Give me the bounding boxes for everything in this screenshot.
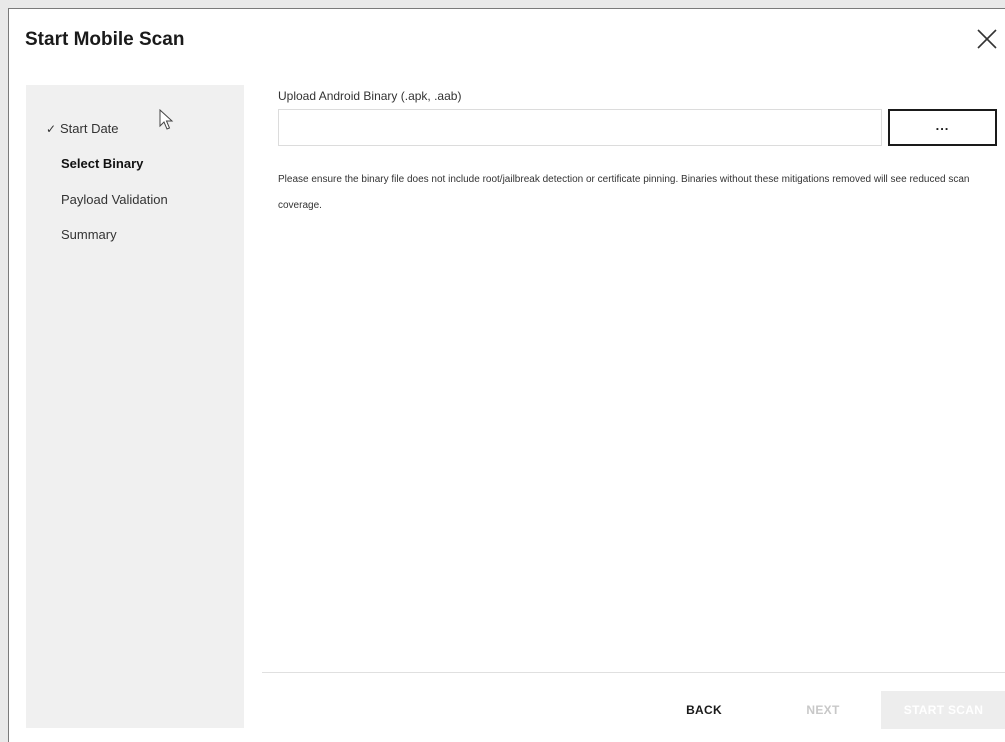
start-mobile-scan-dialog: Start Mobile Scan ✓ Start Date Select Bin… bbox=[8, 8, 1005, 742]
binary-requirements-notice: Please ensure the binary file does not i… bbox=[278, 174, 970, 211]
upload-field-label: Upload Android Binary (.apk, .aab) bbox=[278, 89, 462, 103]
dialog-title: Start Mobile Scan bbox=[25, 29, 185, 50]
close-button[interactable] bbox=[975, 27, 999, 51]
step-payload-validation[interactable]: Payload Validation bbox=[61, 192, 168, 207]
binary-file-path-input[interactable] bbox=[278, 109, 882, 146]
step-start-date[interactable]: ✓ Start Date bbox=[46, 121, 119, 136]
step-label: Summary bbox=[61, 227, 117, 242]
start-scan-button[interactable]: START SCAN bbox=[881, 691, 1005, 729]
close-icon bbox=[977, 29, 997, 49]
step-label: Select Binary bbox=[61, 156, 144, 171]
mouse-pointer-icon bbox=[159, 109, 174, 130]
next-button[interactable]: NEXT bbox=[788, 691, 858, 729]
step-summary[interactable]: Summary bbox=[61, 227, 117, 242]
footer-divider bbox=[262, 672, 1005, 673]
browse-file-button[interactable]: ... bbox=[888, 109, 997, 146]
checkmark-icon: ✓ bbox=[46, 122, 57, 136]
back-button[interactable]: BACK bbox=[669, 691, 739, 729]
wizard-steps-sidebar: ✓ Start Date Select Binary Payload Valida… bbox=[26, 85, 244, 728]
step-label: Start Date bbox=[60, 121, 119, 136]
step-label: Payload Validation bbox=[61, 192, 168, 207]
step-select-binary[interactable]: Select Binary bbox=[61, 156, 143, 171]
